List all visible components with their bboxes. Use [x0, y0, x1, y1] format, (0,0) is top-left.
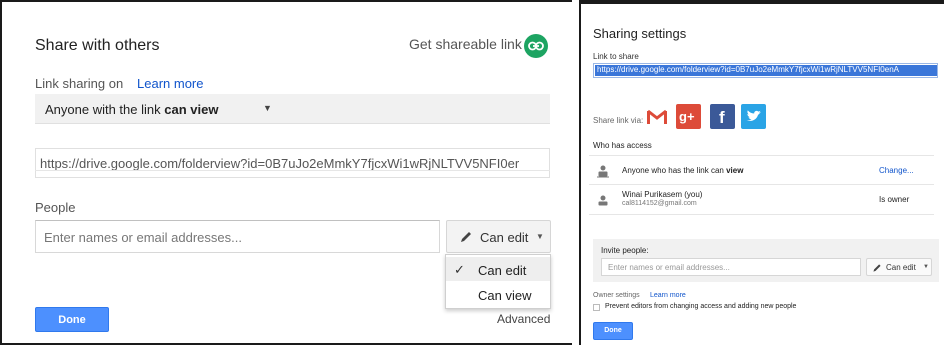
sharing-settings-dialog: Sharing settings Link to share https://d…: [579, 0, 944, 345]
dialog-border-top: [579, 0, 944, 4]
permission-dropdown-button[interactable]: Can edit ▼: [446, 220, 551, 253]
gmail-icon[interactable]: [647, 108, 667, 126]
owner-role: Is owner: [879, 195, 910, 204]
share-with-others-dialog: Share with others Get shareable link Lin…: [0, 0, 572, 345]
learn-more-link[interactable]: Learn more: [137, 76, 203, 91]
done-button[interactable]: Done: [593, 322, 633, 340]
menu-item-can-view[interactable]: Can view: [478, 288, 531, 303]
done-button[interactable]: Done: [35, 307, 109, 332]
share-url-text: https://drive.google.com/folderview?id=0…: [597, 65, 899, 74]
share-url-text: https://drive.google.com/folderview?id=0…: [40, 156, 520, 171]
person-icon: [598, 195, 608, 206]
dialog-title: Share with others: [35, 37, 160, 54]
link-access-dropdown[interactable]: Anyone with the link can view ▼: [35, 94, 550, 124]
access-row-owner: Winai Purikasem (you) cal8114152@gmail.c…: [589, 185, 934, 215]
dialog-border-left: [0, 0, 2, 345]
permission-button-label: Can edit: [886, 263, 916, 272]
link-access-text: Anyone with the link can view: [45, 102, 218, 117]
access-row-prefix: Anyone who has the link can: [622, 166, 724, 175]
owner-email: cal8114152@gmail.com: [622, 200, 697, 207]
facebook-icon[interactable]: f: [710, 104, 735, 129]
chevron-down-icon: ▼: [536, 232, 544, 241]
access-row-text: Anyone who has the link can view: [622, 166, 743, 175]
chevron-down-icon: ▼: [923, 264, 929, 270]
access-level: can view: [164, 102, 219, 117]
who-has-access-label: Who has access: [593, 141, 652, 150]
prevent-editors-label: Prevent editors from changing access and…: [605, 303, 797, 310]
people-input[interactable]: Enter names or email addresses...: [35, 220, 440, 253]
get-shareable-link-label[interactable]: Get shareable link: [409, 36, 522, 52]
chevron-down-icon: ▼: [263, 103, 272, 113]
menu-item-can-edit[interactable]: ✓ Can edit: [446, 257, 550, 281]
section-divider: [35, 170, 550, 171]
access-prefix: Anyone with the link: [45, 102, 161, 117]
menu-item-label: Can edit: [478, 263, 527, 278]
access-row-level: view: [726, 166, 744, 175]
invite-people-input[interactable]: Enter names or email addresses...: [601, 258, 861, 276]
invite-people-label: Invite people:: [601, 246, 649, 255]
pencil-icon: [873, 264, 881, 272]
advanced-link[interactable]: Advanced: [497, 312, 550, 326]
twitter-bird-icon: [746, 110, 761, 121]
change-access-link[interactable]: Change...: [879, 166, 914, 175]
share-url-field[interactable]: https://drive.google.com/folderview?id=0…: [35, 148, 550, 178]
people-input-placeholder: Enter names or email addresses...: [44, 230, 242, 245]
permission-button-label: Can edit: [480, 230, 529, 245]
dialog-title: Sharing settings: [593, 26, 687, 41]
owner-settings-label: Owner settings: [593, 292, 640, 299]
dialog-border-top: [0, 0, 572, 2]
google-plus-label: g+: [679, 109, 695, 124]
permission-menu: ✓ Can edit Can view: [445, 254, 551, 309]
link-icon[interactable]: [524, 34, 548, 58]
link-sharing-status: Link sharing on: [35, 76, 124, 91]
owner-name: Winai Purikasem (you): [622, 190, 703, 199]
people-label: People: [35, 200, 76, 215]
access-row-link: Anyone who has the link can view Change.…: [589, 155, 934, 185]
url-selection-highlight: https://drive.google.com/folderview?id=0…: [595, 65, 937, 76]
permission-dropdown-button[interactable]: Can edit ▼: [866, 258, 932, 276]
google-plus-icon[interactable]: g+: [676, 104, 701, 129]
prevent-editors-checkbox[interactable]: [593, 304, 600, 311]
share-url-field[interactable]: https://drive.google.com/folderview?id=0…: [593, 63, 938, 78]
globe-person-icon: [597, 165, 609, 178]
pencil-icon: [461, 232, 471, 242]
checkmark-icon: ✓: [454, 262, 465, 277]
facebook-label: f: [719, 108, 725, 127]
invite-input-placeholder: Enter names or email addresses...: [608, 263, 730, 272]
link-to-share-label: Link to share: [593, 52, 639, 61]
done-button-label: Done: [58, 314, 86, 326]
twitter-icon[interactable]: [741, 104, 766, 129]
done-button-label: Done: [604, 327, 622, 334]
invite-people-panel: Invite people: Enter names or email addr…: [593, 239, 939, 282]
dialog-border-left: [579, 0, 581, 345]
share-via-label: Share link via:: [593, 116, 644, 125]
learn-more-link[interactable]: Learn more: [650, 292, 686, 299]
